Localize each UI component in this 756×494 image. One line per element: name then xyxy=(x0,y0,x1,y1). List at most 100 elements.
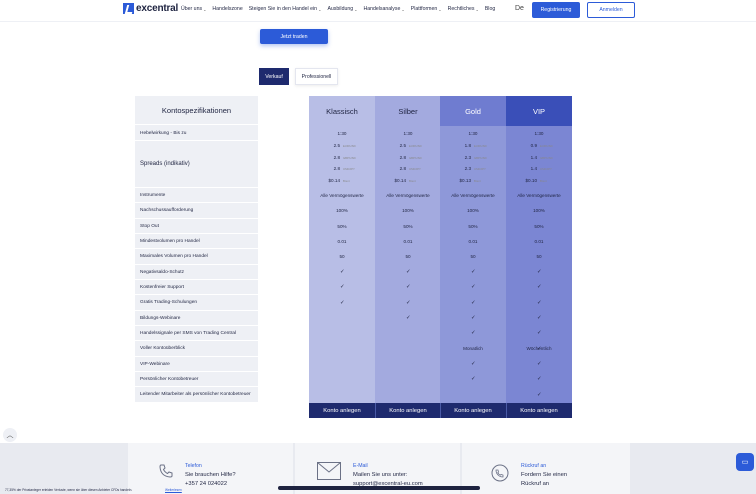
contact-phone: Telefon Sie brauchen Hilfe? +357 24 02402… xyxy=(128,443,293,494)
login-button[interactable]: Anmelden xyxy=(587,2,635,18)
check-icon: ✓ xyxy=(537,269,542,275)
horizontal-scrollbar[interactable] xyxy=(278,486,480,490)
spread-instrument: USD/JPY xyxy=(474,167,486,171)
spec-row: VIP-Webinare xyxy=(135,357,258,372)
contact-callback: Rückruf an Fordern Sie einen Rückruf an xyxy=(462,443,630,494)
spec-row: Instrumente xyxy=(135,188,258,203)
logo-icon xyxy=(123,3,134,14)
chevron-up-icon: ︿ xyxy=(6,432,14,439)
spec-row: Nachschussaufforderung xyxy=(135,203,258,219)
account-stop-out: 50% xyxy=(337,223,347,229)
open-account-button[interactable]: Konto anlegen xyxy=(506,403,572,418)
nav-item-label: Handelsanalyse xyxy=(363,6,401,12)
check-icon: ✓ xyxy=(537,376,542,382)
nav-item-label: Handelszone xyxy=(212,6,243,12)
callback-text[interactable]: Fordern Sie einen Rückruf an xyxy=(521,471,567,489)
risk-read-more-link[interactable]: Weiterlesen xyxy=(165,488,182,492)
account-instruments: Alle Vermögenswerte xyxy=(517,192,561,198)
check-icon: ✓ xyxy=(471,376,476,382)
spread-instrument: USD/JPY xyxy=(409,167,421,171)
trade-now-button[interactable]: Jetzt traden xyxy=(260,29,328,44)
scroll-to-top-button[interactable]: ︿ xyxy=(3,428,17,442)
account-stop-out: 50% xyxy=(534,223,544,229)
account-margin-call: 100% xyxy=(533,208,545,213)
spread-row: 2.8 USD/JPY xyxy=(319,166,363,171)
nav-item[interactable]: Steigen Sie in den Handel ein ⌄ xyxy=(249,6,322,12)
nav-item[interactable]: Plattformen ⌄ xyxy=(411,6,442,12)
nav-item-label: Blog xyxy=(484,6,496,12)
spread-row: 1.8 EUR/USD xyxy=(450,143,494,148)
spread-row: 2.3 USD/JPY xyxy=(450,166,494,171)
spec-row: Hebelwirkung - Bis zu xyxy=(135,126,258,141)
chat-button[interactable]: ▭ xyxy=(736,453,754,471)
spread-instrument: USD/JPY xyxy=(540,167,552,171)
check-icon: ✓ xyxy=(537,330,542,336)
check-icon: ✓ xyxy=(537,361,542,367)
nav-item[interactable]: Über uns ⌄ xyxy=(181,6,206,12)
phone-number[interactable]: +357 24 024022 xyxy=(185,481,227,487)
register-button[interactable]: Registrierung xyxy=(532,2,580,18)
spec-row: Stop Out xyxy=(135,219,258,234)
spread-instrument: Brent xyxy=(409,178,416,183)
check-icon: ✓ xyxy=(537,391,542,398)
chevron-down-icon: ⌄ xyxy=(475,6,479,12)
account-header-gold: Gold xyxy=(440,96,506,126)
spec-row: Bildungs-Webinare xyxy=(135,311,258,326)
spec-row: Leitender Mitarbeiter als persönlicher K… xyxy=(135,387,258,403)
spread-value: 2.8 xyxy=(399,166,406,171)
check-icon: ✓ xyxy=(471,330,476,336)
spread-instrument: Brent xyxy=(540,178,547,183)
account-leverage: 1:30 xyxy=(337,130,347,136)
envelope-icon xyxy=(317,462,341,485)
account-leverage: 1:30 xyxy=(468,130,478,136)
spread-row: 2.8 GBP/USD xyxy=(319,155,363,160)
open-account-button[interactable]: Konto anlegen xyxy=(440,403,506,418)
spread-instrument: GBP/USD xyxy=(409,155,422,160)
button-divider xyxy=(440,403,441,418)
language-selector[interactable]: De xyxy=(515,5,524,12)
check-icon: ✓ xyxy=(340,269,345,275)
spread-row: 1.4 GBP/USD xyxy=(516,155,560,160)
risk-warning: 77,35% der Privatanleger erleiden Verlus… xyxy=(5,488,133,492)
tab-professional[interactable]: Professionell xyxy=(295,68,338,85)
logo[interactable]: excentral xyxy=(123,3,178,14)
nav-item-label: Ausbildung xyxy=(327,6,354,12)
spread-instrument: EUR/USD xyxy=(474,144,487,148)
account-leverage: 1:30 xyxy=(403,130,413,136)
spec-row: Mindestvolumen pro Handel xyxy=(135,234,258,249)
nav-item[interactable]: Blog xyxy=(485,6,495,12)
account-header-silber: Silber xyxy=(375,96,441,126)
nav-item[interactable]: Handelsanalyse ⌄ xyxy=(363,6,404,12)
account-max-volume: 50 xyxy=(536,254,542,259)
nav-item[interactable]: Ausbildung ⌄ xyxy=(327,6,357,12)
spec-row: Negativsaldo-Schutz xyxy=(135,265,258,280)
open-account-button[interactable]: Konto anlegen xyxy=(309,403,375,418)
spread-row: 2.5 EUR/USD xyxy=(319,143,363,148)
spread-row: 2.3 GBP/USD xyxy=(450,155,494,160)
spread-value: $0.14 xyxy=(328,177,341,183)
check-icon: ✓ xyxy=(406,284,411,290)
spec-row: Maximales Volumen pro Handel xyxy=(135,249,258,265)
specifications-column: Kontospezifikationen Hebelwirkung - Bis … xyxy=(135,96,258,403)
chevron-down-icon: ⌄ xyxy=(401,6,405,12)
tab-sell[interactable]: Verkauf xyxy=(259,68,289,85)
spread-instrument: GBP/USD xyxy=(474,155,487,160)
spread-value: 2.3 xyxy=(464,154,471,160)
check-icon: ✓ xyxy=(406,315,411,321)
open-account-button[interactable]: Konto anlegen xyxy=(375,403,441,418)
nav-item[interactable]: Rechtliches ⌄ xyxy=(448,6,479,12)
spread-instrument: EUR/USD xyxy=(409,144,422,148)
chevron-down-icon: ⌄ xyxy=(203,6,207,12)
spread-value: 2.8 xyxy=(333,166,340,171)
spread-value: $0.13 xyxy=(459,177,472,183)
check-icon: ✓ xyxy=(471,315,476,321)
check-icon: ✓ xyxy=(471,299,476,306)
account-instruments: Alle Vermögenswerte xyxy=(320,192,364,198)
spread-value: 1.4 xyxy=(530,166,537,171)
spread-instrument: USD/JPY xyxy=(343,167,355,171)
spread-instrument: GBP/USD xyxy=(343,155,356,160)
spec-row: Kostenfreier Support xyxy=(135,280,258,295)
nav-item[interactable]: Handelszone xyxy=(212,6,242,12)
account-header-vip: VIP xyxy=(506,96,572,126)
phone-text: Sie brauchen Hilfe? +357 24 024022 xyxy=(185,471,236,489)
